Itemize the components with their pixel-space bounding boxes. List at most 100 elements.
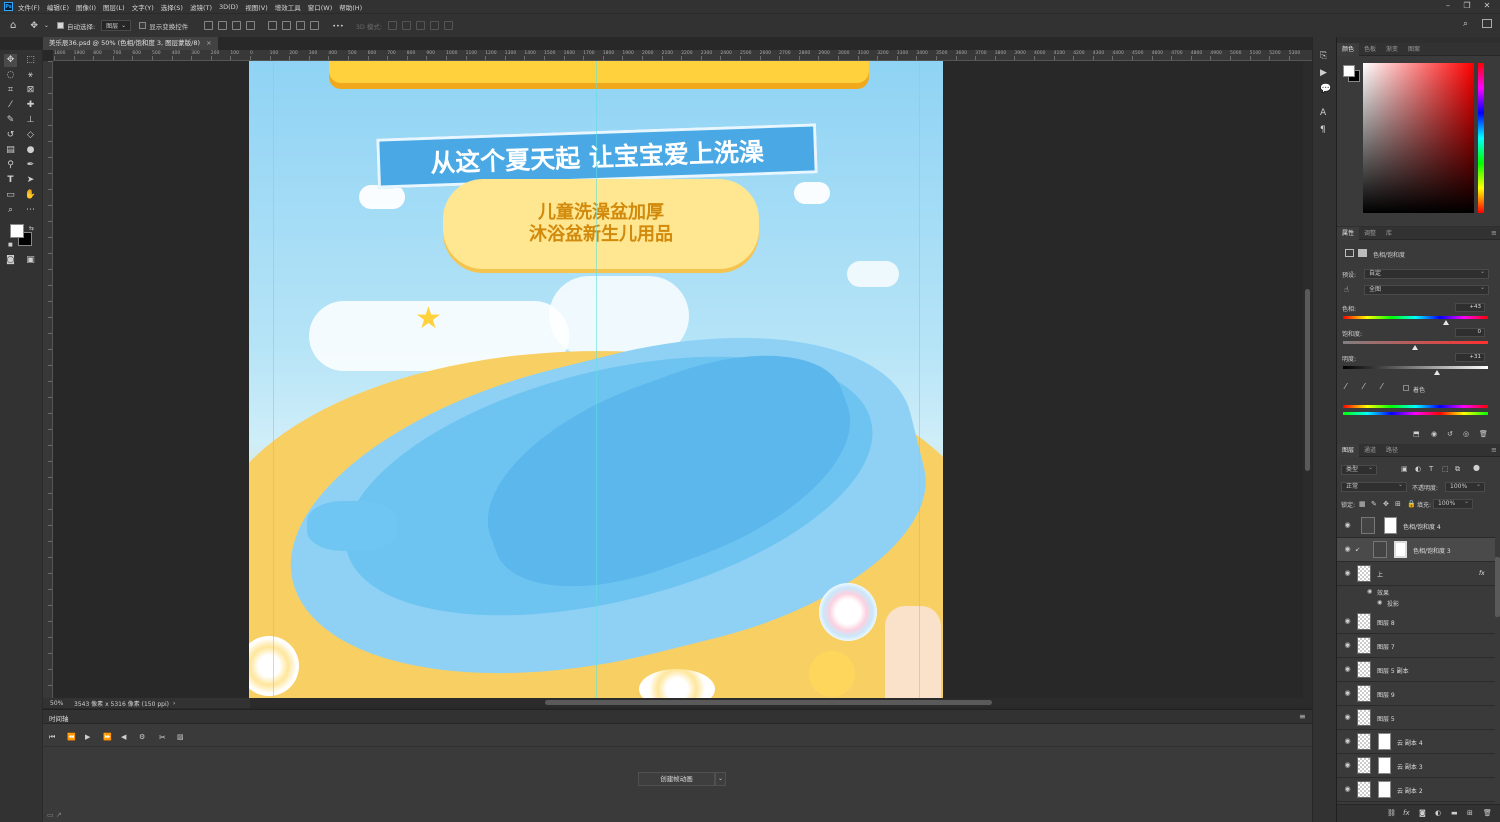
menu-file[interactable]: 文件(F) xyxy=(18,2,40,12)
menu-edit[interactable]: 编辑(E) xyxy=(47,2,69,12)
close-window-icon[interactable]: ✕ xyxy=(1482,1,1492,11)
eye-icon[interactable]: ◉ xyxy=(1343,641,1352,650)
menu-image[interactable]: 图像(I) xyxy=(76,2,96,12)
menu-window[interactable]: 窗口(W) xyxy=(308,2,333,12)
view-previous-icon[interactable]: ◉ xyxy=(1431,430,1437,438)
menu-3d[interactable]: 3D(D) xyxy=(219,3,238,11)
home-icon[interactable]: ⌂ xyxy=(10,20,16,31)
move-tool-icon[interactable]: ✥ xyxy=(30,21,38,31)
tab-gradients[interactable]: 渐变 xyxy=(1381,43,1403,56)
create-frame-animation-button[interactable]: 创建帧动画 xyxy=(638,772,715,786)
blend-mode-dropdown[interactable]: 正常 xyxy=(1341,481,1407,492)
close-tab-icon[interactable]: × xyxy=(206,39,211,47)
eye-icon[interactable]: ◉ xyxy=(1367,588,1372,595)
minimize-icon[interactable]: – xyxy=(1443,1,1453,11)
pen-tool-icon[interactable]: ✒ xyxy=(24,159,37,172)
eye-icon[interactable]: ◉ xyxy=(1343,689,1352,698)
trash-icon[interactable]: 🗑 xyxy=(1483,809,1492,817)
checkbox-icon[interactable] xyxy=(56,22,64,29)
tab-color[interactable]: 颜色 xyxy=(1337,42,1360,56)
move-tool-icon[interactable]: ✥ xyxy=(4,54,17,67)
guide-line[interactable] xyxy=(596,61,597,698)
first-frame-icon[interactable]: ⏮ xyxy=(49,733,55,742)
align-bottom-icon[interactable] xyxy=(296,21,306,30)
auto-select-target-dropdown[interactable]: 图层 ⌄ xyxy=(101,20,132,31)
history-brush-icon[interactable]: ↺ xyxy=(4,129,17,142)
settings-gear-icon[interactable]: ⚙ xyxy=(139,733,145,741)
hue-slider-track[interactable] xyxy=(1343,316,1488,319)
eyedropper-icon[interactable]: ⁄ xyxy=(1345,382,1346,391)
eye-icon[interactable]: ◉ xyxy=(1343,713,1352,722)
align-middle-icon[interactable] xyxy=(282,21,292,30)
transition-icon[interactable]: ▨ xyxy=(177,733,184,741)
layer-mask-thumbnail[interactable] xyxy=(1394,541,1407,558)
scissors-icon[interactable]: ✂ xyxy=(159,733,166,742)
color-field[interactable] xyxy=(1363,63,1474,213)
document-tab[interactable]: 美乐辰36.psd @ 50% (色相/饱和度 3, 图层蒙版/8) × xyxy=(43,37,218,50)
crop-tool-icon[interactable]: ⌗ xyxy=(4,84,17,97)
horizontal-scrollbar[interactable] xyxy=(250,698,1312,707)
new-group-icon[interactable]: ▬ xyxy=(1451,809,1458,817)
layer-mask-thumbnail[interactable] xyxy=(1378,757,1391,774)
clip-to-layer-icon[interactable]: ⬒ xyxy=(1413,430,1420,438)
menu-plugins[interactable]: 增效工具 xyxy=(275,2,301,12)
restore-icon[interactable]: ❐ xyxy=(1462,1,1472,11)
eye-icon[interactable]: ◉ xyxy=(1343,521,1352,530)
hand-tool-icon[interactable]: ✋ xyxy=(24,189,37,202)
tab-channels[interactable]: 通道 xyxy=(1359,444,1381,457)
channel-dropdown[interactable]: 全图 xyxy=(1364,284,1489,295)
trash-icon[interactable]: 🗑 xyxy=(1479,430,1488,438)
filter-adjustment-icon[interactable]: ◐ xyxy=(1415,465,1421,473)
menu-filter[interactable]: 滤镜(T) xyxy=(190,2,212,12)
lock-artboard-icon[interactable]: ⊞ xyxy=(1395,500,1401,508)
scroll-thumb[interactable] xyxy=(1305,289,1310,471)
tab-adjustments[interactable]: 调整 xyxy=(1359,227,1381,240)
eyedropper-minus-icon[interactable]: ⁄ xyxy=(1381,382,1382,391)
preset-dropdown[interactable]: 自定 xyxy=(1364,268,1489,279)
lock-position-icon[interactable]: ✥ xyxy=(1383,500,1389,508)
distribute-icon[interactable] xyxy=(246,21,256,30)
colorize-checkbox[interactable] xyxy=(1403,385,1409,391)
audio-icon[interactable]: ◀ xyxy=(121,733,126,741)
filter-toggle-icon[interactable]: ● xyxy=(1473,463,1480,472)
eye-icon[interactable]: ◉ xyxy=(1343,665,1352,674)
comments-icon[interactable]: 💬 xyxy=(1320,84,1331,94)
fx-icon[interactable]: fx xyxy=(1479,570,1485,577)
history-icon[interactable]: ⎘ xyxy=(1320,51,1327,61)
reset-icon[interactable]: ↺ xyxy=(1447,430,1453,438)
layer-mask-thumbnail[interactable] xyxy=(1384,517,1397,534)
guide-line[interactable] xyxy=(919,61,920,698)
lasso-tool-icon[interactable]: ◌ xyxy=(4,69,17,82)
zoom-level[interactable]: 50% xyxy=(50,700,68,707)
panel-menu-icon[interactable]: ≡ xyxy=(1299,712,1306,721)
layer-mask-thumbnail[interactable] xyxy=(1378,733,1391,750)
menu-type[interactable]: 文字(Y) xyxy=(132,2,154,12)
type-tool-icon[interactable]: T xyxy=(4,174,17,187)
actions-play-icon[interactable]: ▶ xyxy=(1320,68,1327,78)
chevron-down-icon[interactable]: ⌄ xyxy=(715,772,726,786)
eye-icon[interactable]: ◉ xyxy=(1377,599,1382,606)
scroll-thumb[interactable] xyxy=(545,700,992,705)
guide-line[interactable] xyxy=(273,61,274,698)
eye-icon[interactable]: ◉ xyxy=(1343,761,1352,770)
layer-filter-dropdown[interactable]: 类型 xyxy=(1341,464,1377,475)
dodge-tool-icon[interactable]: ⚲ xyxy=(4,159,17,172)
screen-mode-icon[interactable]: ▣ xyxy=(24,254,37,267)
foreground-color-swatch[interactable] xyxy=(10,224,24,238)
tab-patterns[interactable]: 图案 xyxy=(1403,43,1425,56)
canvas-area[interactable]: 从这个夏天起 让宝宝爱上洗澡 儿童洗澡盆加厚 沐浴盆新生儿用品 ★ xyxy=(53,61,1303,698)
document-artboard[interactable]: 从这个夏天起 让宝宝爱上洗澡 儿童洗澡盆加厚 沐浴盆新生儿用品 ★ xyxy=(249,61,943,698)
layer-row[interactable]: ◉ 色相/饱和度 4 xyxy=(1337,514,1495,538)
drop-shadow-row[interactable]: ◉ 投影 xyxy=(1337,597,1495,608)
panel-menu-icon[interactable]: ≡ xyxy=(1491,229,1497,237)
more-options-button[interactable]: ••• xyxy=(332,22,344,30)
gradient-tool-icon[interactable]: ▤ xyxy=(4,144,17,157)
layer-row[interactable]: ◉ 云 副本 2 xyxy=(1337,778,1495,802)
menu-select[interactable]: 选择(S) xyxy=(161,2,183,12)
filter-type-icon[interactable]: T xyxy=(1429,465,1433,473)
link-layers-icon[interactable]: ⛓ xyxy=(1387,809,1396,817)
default-colors-icon[interactable]: ■ xyxy=(8,242,13,248)
tab-paths[interactable]: 路径 xyxy=(1381,444,1403,457)
paragraph-icon[interactable]: ¶ xyxy=(1320,125,1326,135)
previous-frame-icon[interactable]: ⏪ xyxy=(67,733,76,741)
